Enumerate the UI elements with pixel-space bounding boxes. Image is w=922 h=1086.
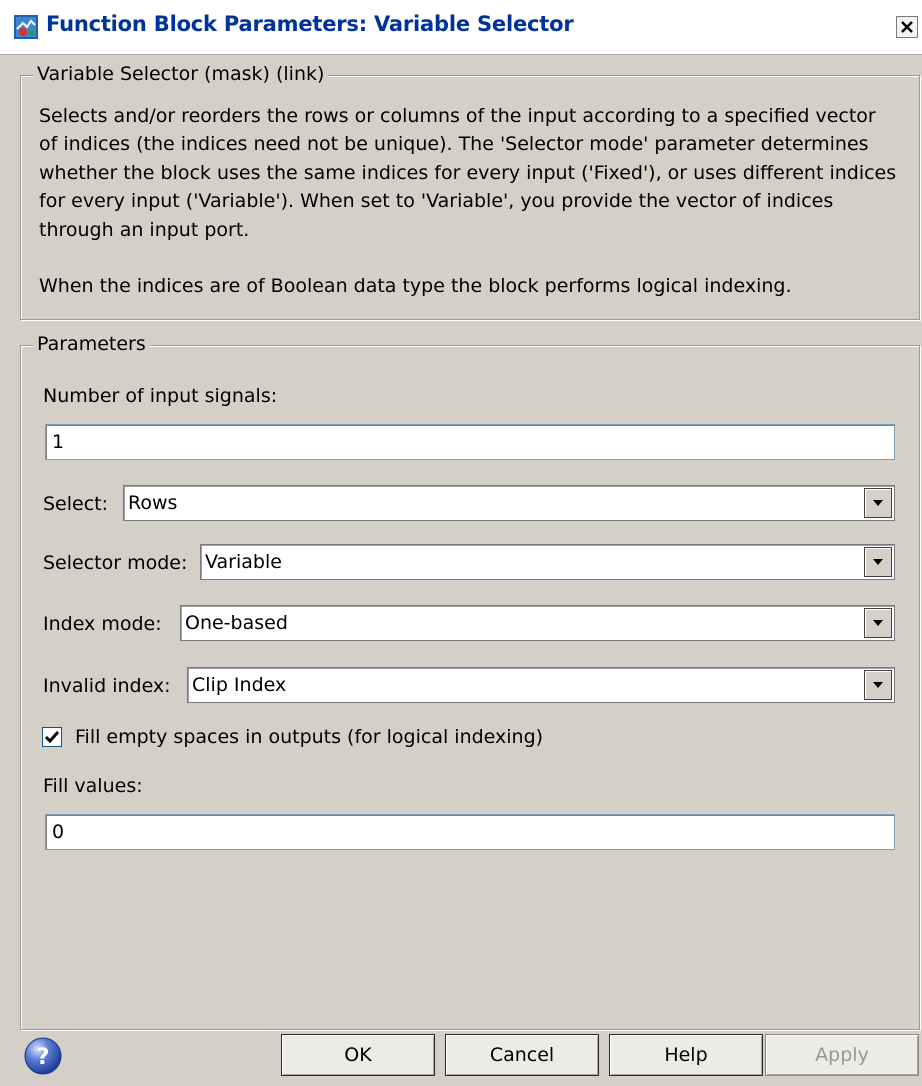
dialog-window: Function Block Parameters: Variable Sele… [0,0,922,1086]
check-icon [44,731,60,744]
help-button[interactable]: Help [609,1034,763,1076]
chevron-down-icon[interactable] [864,488,892,518]
invalid-index-value: Clip Index [192,674,287,696]
invalid-index-label: Invalid index: [43,675,171,697]
close-button[interactable] [896,16,918,38]
chevron-down-icon[interactable] [864,670,892,700]
invalid-index-dropdown[interactable]: Clip Index [187,667,895,703]
window-title: Function Block Parameters: Variable Sele… [46,12,574,36]
fill-values-field[interactable]: 0 [45,814,895,850]
cancel-button[interactable]: Cancel [445,1034,599,1076]
chevron-down-icon[interactable] [864,547,892,577]
apply-button[interactable]: Apply [765,1034,919,1076]
description-text: Selects and/or reorders the rows or colu… [39,102,899,300]
fill-values-label: Fill values: [43,775,143,797]
num-inputs-field[interactable]: 1 [45,424,895,460]
description-legend: Variable Selector (mask) (link) [33,63,329,85]
description-group: Variable Selector (mask) (link) Selects … [20,63,920,320]
title-bar: Function Block Parameters: Variable Sele… [0,0,922,55]
selector-mode-label: Selector mode: [43,552,188,574]
description-paragraph-1: Selects and/or reorders the rows or colu… [39,105,897,241]
index-mode-value: One-based [185,612,288,634]
close-icon [901,21,913,33]
selector-mode-value: Variable [205,551,282,573]
fill-empty-label[interactable]: Fill empty spaces in outputs (for logica… [75,726,543,748]
question-icon[interactable]: ? [23,1036,63,1076]
index-mode-label: Index mode: [43,613,162,635]
chevron-down-icon[interactable] [864,608,892,638]
ok-button[interactable]: OK [281,1034,435,1076]
parameters-legend: Parameters [33,333,150,355]
index-mode-dropdown[interactable]: One-based [180,605,895,641]
select-dropdown[interactable]: Rows [123,485,895,521]
select-label: Select: [43,493,109,515]
select-value: Rows [128,492,178,514]
simulink-block-icon [14,15,38,39]
svg-text:?: ? [37,1045,50,1070]
selector-mode-dropdown[interactable]: Variable [200,544,895,580]
description-paragraph-2: When the indices are of Boolean data typ… [39,275,792,298]
num-inputs-label: Number of input signals: [43,385,278,407]
fill-empty-checkbox[interactable] [42,727,62,747]
